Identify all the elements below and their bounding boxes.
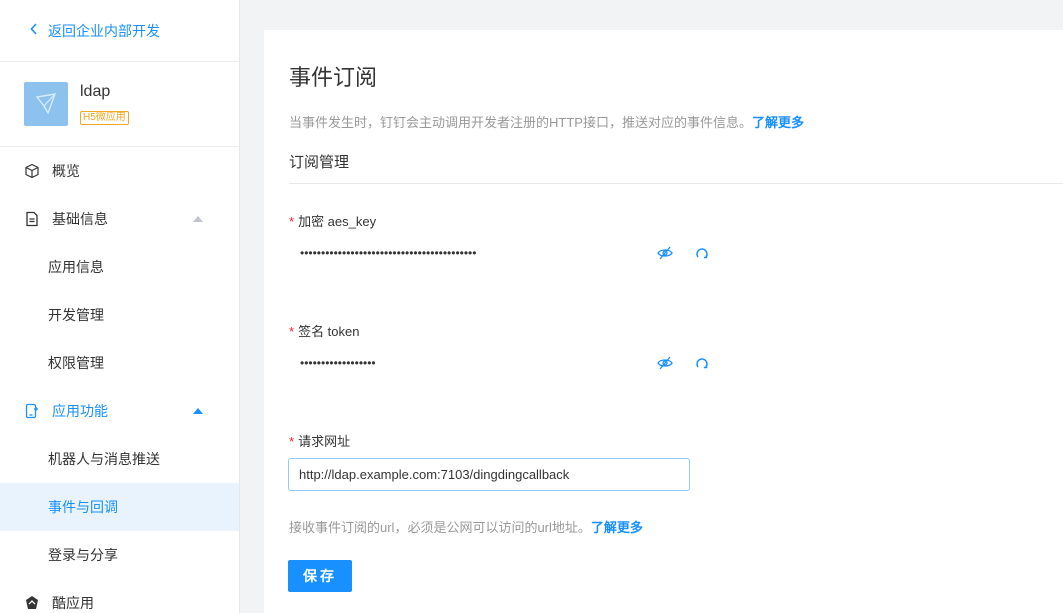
- sidebar-item-label: 机器人与消息推送: [48, 451, 160, 467]
- back-link-label: 返回企业内部开发: [48, 22, 160, 39]
- required-marker: *: [289, 214, 295, 229]
- refresh-icon[interactable]: [692, 353, 712, 373]
- sidebar-item-label: 开发管理: [48, 307, 104, 323]
- section-title: 订阅管理: [289, 154, 350, 171]
- sidebar-item-app-info[interactable]: 应用信息: [0, 243, 239, 291]
- app-type-badge: H5微应用: [80, 111, 129, 125]
- token-value: ••••••••••••••••••: [300, 356, 376, 370]
- sidebar-item-permission-management[interactable]: 权限管理: [0, 339, 239, 387]
- eye-hidden-icon[interactable]: [656, 243, 676, 263]
- sidebar-item-robot-messaging[interactable]: 机器人与消息推送: [0, 435, 239, 483]
- url-label: * 请求网址: [289, 431, 350, 450]
- app-logo-icon: [24, 82, 68, 126]
- hint-learn-more-link[interactable]: 了解更多: [591, 520, 643, 535]
- mobile-app-icon: [24, 403, 40, 419]
- divider: [289, 183, 1063, 184]
- sidebar-item-label: 登录与分享: [48, 547, 118, 563]
- sidebar-item-overview[interactable]: 概览: [0, 147, 239, 195]
- eye-hidden-icon[interactable]: [656, 353, 676, 373]
- app-name: ldap: [80, 83, 111, 100]
- sidebar-item-label: 应用功能: [52, 403, 108, 419]
- cube-icon: [24, 163, 40, 179]
- url-hint-text: 接收事件订阅的url，必须是公网可以访问的url地址。: [289, 520, 591, 535]
- aes-key-label-text: 加密 aes_key: [298, 214, 377, 229]
- caret-up-icon: [193, 406, 203, 416]
- url-hint: 接收事件订阅的url，必须是公网可以访问的url地址。了解更多: [289, 517, 643, 536]
- main-panel: 事件订阅 当事件发生时，钉钉会主动调用开发者注册的HTTP接口，推送对应的事件信…: [264, 30, 1063, 613]
- learn-more-link[interactable]: 了解更多: [752, 115, 804, 130]
- back-link[interactable]: 返回企业内部开发: [0, 0, 239, 62]
- aes-key-label: * 加密 aes_key: [289, 211, 376, 230]
- token-label-text: 签名 token: [298, 324, 360, 339]
- token-field: ••••••••••••••••••: [289, 348, 729, 378]
- description-text: 当事件发生时，钉钉会主动调用开发者注册的HTTP接口，推送对应的事件信息。: [289, 115, 752, 130]
- sidebar-item-cool-apps[interactable]: 酷应用: [0, 579, 239, 613]
- app-header: ldap H5微应用: [0, 62, 239, 147]
- token-label: * 签名 token: [289, 321, 359, 340]
- url-label-text: 请求网址: [298, 434, 351, 449]
- chevron-left-icon: [30, 23, 38, 38]
- save-button[interactable]: 保存: [288, 560, 352, 592]
- page-description: 当事件发生时，钉钉会主动调用开发者注册的HTTP接口，推送对应的事件信息。了解更…: [289, 112, 804, 131]
- sidebar-item-label: 事件与回调: [48, 499, 118, 515]
- sidebar-item-basic-info[interactable]: 基础信息: [0, 195, 239, 243]
- sidebar-item-login-share[interactable]: 登录与分享: [0, 531, 239, 579]
- sidebar-item-app-features[interactable]: 应用功能: [0, 387, 239, 435]
- sidebar-item-label: 应用信息: [48, 259, 104, 275]
- page-title: 事件订阅: [289, 65, 378, 90]
- sidebar-item-dev-management[interactable]: 开发管理: [0, 291, 239, 339]
- caret-up-icon: [193, 214, 203, 224]
- refresh-icon[interactable]: [692, 243, 712, 263]
- sidebar: 返回企业内部开发 ldap H5微应用 概览 基础信息 应用信息 开发管理 权限…: [0, 0, 240, 613]
- aes-key-value: ••••••••••••••••••••••••••••••••••••••••…: [300, 246, 477, 260]
- cool-app-icon: [24, 595, 40, 611]
- document-icon: [24, 211, 40, 227]
- request-url-input[interactable]: [288, 458, 690, 491]
- aes-key-field: ••••••••••••••••••••••••••••••••••••••••…: [289, 238, 729, 268]
- required-marker: *: [289, 434, 295, 449]
- sidebar-item-label: 权限管理: [48, 355, 104, 371]
- sidebar-item-label: 基础信息: [52, 211, 108, 227]
- sidebar-item-label: 酷应用: [52, 595, 94, 611]
- required-marker: *: [289, 324, 295, 339]
- sidebar-item-label: 概览: [52, 163, 80, 179]
- sidebar-item-events-callbacks[interactable]: 事件与回调: [0, 483, 239, 531]
